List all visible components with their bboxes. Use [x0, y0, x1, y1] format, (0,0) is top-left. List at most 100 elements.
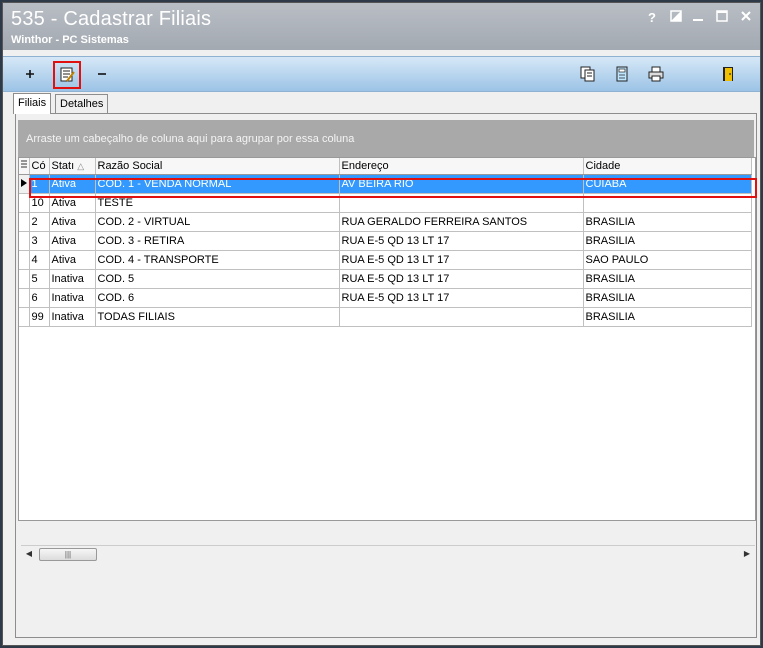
cell-cod[interactable]: 10: [29, 193, 50, 213]
cell-razao-social[interactable]: TODAS FILIAIS: [95, 307, 340, 327]
table-header: Có Statı △ Razão Social Endereço Cidade: [19, 158, 752, 175]
print-button[interactable]: [645, 63, 667, 85]
add-button[interactable]: [19, 63, 41, 85]
sort-ascending-icon: △: [77, 161, 85, 171]
cell-cidade[interactable]: BRASILIA: [583, 288, 752, 308]
table-row[interactable]: 3 Ativa COD. 3 - RETIRA RUA E-5 QD 13 LT…: [19, 231, 752, 251]
table-row[interactable]: 1 Ativa COD. 1 - VENDA NORMAL AV BEIRA R…: [19, 174, 752, 194]
edit-record-icon: [60, 67, 75, 82]
cell-status[interactable]: Inativa: [49, 269, 96, 289]
cell-status[interactable]: Ativa: [49, 250, 96, 270]
row-indicator: [19, 250, 30, 270]
cell-endereco[interactable]: RUA E-5 QD 13 LT 17: [339, 231, 584, 251]
column-chooser-button[interactable]: [19, 158, 30, 175]
cell-cidade[interactable]: BRASILIA: [583, 269, 752, 289]
cell-cidade[interactable]: BRASILIA: [583, 212, 752, 232]
cell-cod[interactable]: 3: [29, 231, 50, 251]
cell-status[interactable]: Ativa: [49, 231, 96, 251]
cell-cidade[interactable]: BRASILIA: [583, 307, 752, 327]
column-header-endereco[interactable]: Endereço: [339, 158, 584, 175]
row-indicator: [19, 307, 30, 327]
title-bar: 535 - Cadastrar Filiais Winthor - PC Sis…: [3, 3, 760, 50]
maximize-button[interactable]: [713, 9, 731, 27]
table-row[interactable]: 99 Inativa TODAS FILIAIS BRASILIA: [19, 307, 752, 327]
cell-endereco[interactable]: RUA E-5 QD 13 LT 17: [339, 288, 584, 308]
maximize-icon: [716, 10, 728, 22]
column-header-cidade[interactable]: Cidade: [583, 158, 752, 175]
horizontal-scrollbar[interactable]: ◀ ||| ▶: [21, 545, 755, 562]
cell-endereco[interactable]: RUA GERALDO FERREIRA SANTOS: [339, 212, 584, 232]
cell-cidade[interactable]: CUIABA: [583, 174, 752, 194]
window-title: 535 - Cadastrar Filiais: [11, 8, 212, 30]
cell-endereco[interactable]: AV BEIRA RIO: [339, 174, 584, 194]
exit-button[interactable]: [717, 63, 739, 85]
cell-endereco[interactable]: RUA E-5 QD 13 LT 17: [339, 250, 584, 270]
cell-cidade[interactable]: BRASILIA: [583, 231, 752, 251]
cell-razao-social[interactable]: COD. 6: [95, 288, 340, 308]
cell-cod[interactable]: 5: [29, 269, 50, 289]
scroll-right-icon[interactable]: ▶: [739, 546, 755, 562]
cell-cod[interactable]: 4: [29, 250, 50, 270]
copy-icon: [580, 66, 595, 82]
cell-razao-social[interactable]: COD. 3 - RETIRA: [95, 231, 340, 251]
cell-razao-social[interactable]: COD. 2 - VIRTUAL: [95, 212, 340, 232]
filiais-panel: Arraste um cabeçalho de coluna aqui para…: [15, 113, 757, 638]
minus-icon: [98, 73, 106, 75]
restore-layout-button[interactable]: [667, 9, 685, 27]
exit-door-icon: [723, 67, 733, 81]
cell-razao-social[interactable]: TESTE: [95, 193, 340, 213]
scroll-left-icon[interactable]: ◀: [21, 546, 37, 562]
cell-status[interactable]: Inativa: [49, 288, 96, 308]
cell-razao-social[interactable]: COD. 1 - VENDA NORMAL: [95, 174, 340, 194]
column-header-cod[interactable]: Có: [29, 158, 50, 175]
table-row[interactable]: 6 Inativa COD. 6 RUA E-5 QD 13 LT 17 BRA…: [19, 288, 752, 308]
row-indicator: [19, 212, 30, 232]
cell-endereco[interactable]: [339, 307, 584, 327]
group-by-hint: Arraste um cabeçalho de coluna aqui para…: [26, 133, 355, 145]
column-list-icon: [20, 160, 27, 167]
table-row[interactable]: 10 Ativa TESTE: [19, 193, 752, 213]
table-row[interactable]: 4 Ativa COD. 4 - TRANSPORTE RUA E-5 QD 1…: [19, 250, 752, 270]
cell-cod[interactable]: 1: [29, 174, 50, 194]
help-button[interactable]: ?: [643, 9, 661, 27]
column-header-razao-social[interactable]: Razão Social: [95, 158, 340, 175]
row-indicator: [19, 269, 30, 289]
cell-razao-social[interactable]: COD. 4 - TRANSPORTE: [95, 250, 340, 270]
row-indicator: [19, 288, 30, 308]
minimize-button[interactable]: [689, 9, 707, 27]
group-by-panel[interactable]: Arraste um cabeçalho de coluna aqui para…: [18, 120, 754, 157]
cell-status[interactable]: Ativa: [49, 174, 96, 194]
cell-cidade[interactable]: SAO PAULO: [583, 250, 752, 270]
column-header-status[interactable]: Statı △: [49, 158, 96, 175]
edit-button[interactable]: [53, 61, 81, 89]
restore-layout-icon: [670, 10, 682, 22]
cell-cod[interactable]: 99: [29, 307, 50, 327]
table-row[interactable]: 5 Inativa COD. 5 RUA E-5 QD 13 LT 17 BRA…: [19, 269, 752, 289]
cell-cod[interactable]: 2: [29, 212, 50, 232]
minimize-icon: [693, 19, 703, 21]
cell-razao-social[interactable]: COD. 5: [95, 269, 340, 289]
tab-detalhes[interactable]: Detalhes: [55, 94, 109, 113]
current-row-arrow-icon: [20, 179, 27, 187]
tab-filiais[interactable]: Filiais: [13, 93, 52, 114]
print-icon: [648, 66, 664, 82]
copy-button[interactable]: [577, 63, 599, 85]
cell-endereco[interactable]: [339, 193, 584, 213]
table-row[interactable]: 2 Ativa COD. 2 - VIRTUAL RUA GERALDO FER…: [19, 212, 752, 232]
cell-cidade[interactable]: [583, 193, 752, 213]
cell-cod[interactable]: 6: [29, 288, 50, 308]
app-window: 535 - Cadastrar Filiais Winthor - PC Sis…: [2, 2, 761, 646]
scrollbar-thumb[interactable]: |||: [39, 548, 97, 561]
close-button[interactable]: [737, 9, 755, 27]
remove-button[interactable]: [91, 63, 113, 85]
column-header-status-label: Statı: [51, 160, 75, 172]
cell-endereco[interactable]: RUA E-5 QD 13 LT 17: [339, 269, 584, 289]
calculator-icon: [616, 66, 628, 82]
toolbar: [3, 56, 760, 92]
row-indicator: [19, 174, 30, 194]
cell-status[interactable]: Ativa: [49, 193, 96, 213]
calculator-button[interactable]: [611, 63, 633, 85]
cell-status[interactable]: Inativa: [49, 307, 96, 327]
row-indicator: [19, 193, 30, 213]
cell-status[interactable]: Ativa: [49, 212, 96, 232]
